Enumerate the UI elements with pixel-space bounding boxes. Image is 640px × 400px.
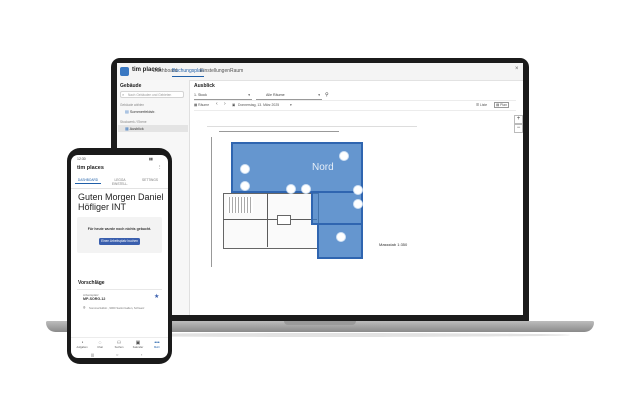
sidebar-title: Gebäude — [120, 83, 142, 89]
room-select-value: Alle Räume — [266, 93, 285, 97]
location-icon: ⌾ — [83, 305, 86, 310]
nav-raum[interactable]: Raum — [230, 68, 243, 74]
rooms-toggle-label: Räume — [198, 103, 210, 107]
suggestion-address: Sommerfeldstr., 9000 Sankt Gallen, Schwe… — [89, 306, 145, 310]
bottom-nav-more[interactable]: ••• Mehr — [150, 340, 164, 349]
floor-plan-wall — [267, 193, 268, 247]
star-icon[interactable]: ★ — [154, 293, 159, 300]
home-icon[interactable]: ○ — [116, 352, 118, 357]
tab-dashboard[interactable]: DASHBOARD — [75, 178, 101, 184]
status-time: 12:30 — [77, 157, 86, 161]
desk-seat[interactable] — [240, 181, 250, 191]
room-nord[interactable] — [231, 142, 363, 193]
suggestion-title: MP-SORG-12 — [83, 297, 106, 301]
laptop-notch — [284, 321, 356, 325]
sidebar-label-building: Gebäude wählen — [120, 103, 145, 107]
tab-einstellungen[interactable]: LEGGA EINSTELL. — [107, 178, 133, 186]
floor-select-value: 1. Stock — [194, 93, 207, 97]
phone-bottom-nav: ◔ Aufgaben ◌ Chat ⚇ Suchen ▣ Kalender ••… — [71, 337, 168, 351]
date-bar: ▦ Räume ‹ › ▣ Donnerstag, 13. März 2025 … — [194, 101, 516, 111]
book-workspace-button[interactable]: Einen Arbeitsplatz buchen — [99, 238, 140, 245]
calendar-icon[interactable]: ▣ — [232, 103, 235, 107]
chevron-down-icon[interactable]: ▾ — [290, 103, 292, 107]
map-icon: ▤ — [496, 103, 500, 107]
sidebar-item-label: Ausblick — [129, 127, 144, 131]
greeting: Guten Morgen Daniel Höfliger INT — [78, 192, 164, 212]
floor-icon: ▦ — [125, 126, 129, 131]
battery-icon: ▮▮ — [149, 157, 153, 161]
booking-card-text: Für heute wurde noch nichts gebucht. — [87, 227, 152, 231]
nav-settings[interactable]: Einstellungen — [200, 68, 230, 74]
phone-tabs: DASHBOARD LEGGA EINSTELL. SETTINGS — [71, 177, 168, 189]
laptop-screen: tim places Dashboard Buchungsplan Einste… — [117, 63, 523, 315]
recent-apps-icon[interactable]: ||| — [91, 352, 94, 357]
app-header: tim places Dashboard Buchungsplan Einste… — [117, 63, 523, 81]
chevron-down-icon: ▾ — [248, 93, 250, 97]
desk-seat[interactable] — [353, 185, 363, 195]
rooms-toggle[interactable]: ▦ Räume — [194, 103, 209, 107]
bottom-nav-label: Aufgaben — [76, 346, 88, 349]
plan-view-button[interactable]: ▤ Plan — [494, 102, 509, 108]
bottom-nav-label: Kalender — [132, 346, 144, 349]
filter-bar: 1. Stock ▾ Alle Räume ▾ ⚲ — [194, 92, 516, 101]
list-icon: ☰ — [476, 103, 480, 107]
sidebar-item-label: Sommerfeldstr. — [129, 110, 156, 114]
desk-seat[interactable] — [353, 199, 363, 209]
bottom-nav-label: Mehr — [154, 346, 160, 349]
bottom-nav-label: Suchen — [114, 346, 124, 349]
next-day-button[interactable]: › — [224, 101, 226, 107]
page-title: Ausblick — [194, 83, 215, 89]
phone-screen: 12:30 ▮▮ tim places ⋮ DASHBOARD LEGGA EI… — [71, 155, 168, 358]
stairs — [227, 197, 253, 213]
phone-system-nav: ||| ○ ‹ — [71, 351, 168, 358]
ruler-vertical — [211, 137, 212, 267]
bottom-nav-chat[interactable]: ◌ Chat — [93, 340, 107, 349]
prev-day-button[interactable]: ‹ — [216, 101, 218, 107]
close-icon[interactable]: × — [515, 66, 519, 72]
floor-select[interactable]: 1. Stock ▾ — [194, 92, 252, 100]
plan-scale: Massstab 1:350 — [379, 242, 408, 247]
tab-settings[interactable]: SETTINGS — [137, 178, 163, 182]
sidebar-label-floor: Stockwerk / Ebene — [120, 120, 147, 124]
desk-seat[interactable] — [301, 184, 311, 194]
zoom-in-button[interactable]: + — [514, 115, 523, 124]
desk-seat[interactable] — [286, 184, 296, 194]
more-icon[interactable]: ⋮ — [157, 165, 163, 171]
grid-icon: ▦ — [194, 103, 198, 107]
bottom-nav-calendar[interactable]: ▣ Kalender — [131, 340, 145, 349]
desk-seat[interactable] — [240, 164, 250, 174]
floor-plan-wall — [223, 219, 317, 220]
bottom-nav-tasks[interactable]: ◔ Aufgaben — [75, 340, 89, 349]
section-title: Vorschläge — [78, 280, 105, 286]
floor-plan-fixture — [277, 215, 291, 225]
app-logo-icon — [120, 67, 129, 76]
suggestion-item[interactable]: Arbeitsplatz MP-SORG-12 ⌾ Sommerfeldstr.… — [77, 289, 162, 314]
search-icon: ⌕ — [122, 92, 125, 97]
room-label: Nord — [312, 162, 334, 173]
nav-buchungsplan[interactable]: Buchungsplan — [172, 68, 204, 77]
zoom-out-button[interactable]: − — [514, 124, 523, 133]
desk-seat[interactable] — [336, 232, 346, 242]
sidebar-search-input[interactable]: Nach Gebäuden und Gebieten — [120, 91, 184, 98]
desk-seat[interactable] — [339, 151, 349, 161]
filter-icon[interactable]: ⚲ — [325, 92, 329, 99]
building-icon: ▤ — [125, 109, 129, 114]
phone-status-bar: 12:30 ▮▮ — [71, 155, 168, 163]
list-view-label: Liste — [480, 103, 488, 107]
room-select[interactable]: Alle Räume ▾ — [256, 92, 322, 100]
bottom-nav-label: Chat — [97, 346, 103, 349]
back-icon[interactable]: ‹ — [141, 352, 142, 357]
list-view-button[interactable]: ☰ Liste — [476, 103, 487, 107]
booking-card: Für heute wurde noch nichts gebucht. Ein… — [77, 217, 162, 253]
plan-view-label: Plan — [500, 103, 507, 107]
sidebar-item-building[interactable]: ▤ Sommerfeldstr. — [118, 108, 188, 115]
sidebar-item-floor[interactable]: ▦ Ausblick — [118, 125, 188, 132]
chevron-down-icon: ▾ — [318, 93, 320, 97]
floor-plan: Nord Massstab 1:350 — [207, 126, 417, 272]
phone-app-title: tim places — [77, 165, 104, 171]
date-display[interactable]: Donnerstag, 13. März 2025 — [238, 103, 279, 107]
ruler-horizontal — [219, 131, 339, 132]
bottom-nav-search[interactable]: ⚇ Suchen — [112, 340, 126, 349]
